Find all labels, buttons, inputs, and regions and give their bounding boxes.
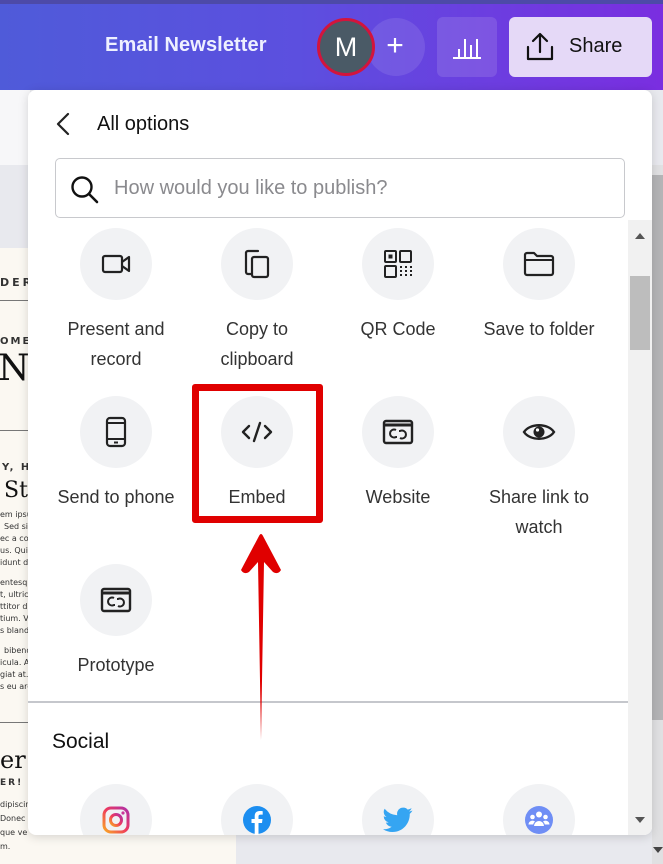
option-icon-circle: [362, 396, 434, 468]
scroll-down-arrow-icon[interactable]: [635, 817, 645, 823]
option-prototype[interactable]: Prototype: [51, 564, 181, 680]
doc-text: giat at.: [0, 670, 29, 679]
option-icon-circle: [362, 784, 434, 835]
doc-text: t, ultric: [0, 590, 29, 599]
phone-icon: [105, 416, 127, 448]
share-label: Share: [569, 35, 623, 57]
top-bar: Email Newsletter + M Share: [0, 0, 663, 90]
option-send-to-phone[interactable]: Send to phone: [51, 396, 181, 512]
option-label: Prototype: [77, 655, 155, 675]
page-scrollbar[interactable]: [652, 165, 663, 864]
option-icon-circle: [221, 784, 293, 835]
user-avatar[interactable]: M: [317, 18, 375, 76]
option-icon-circle: [503, 228, 575, 300]
scroll-down-arrow-icon[interactable]: [653, 847, 663, 853]
top-bar-edge: [0, 0, 663, 4]
add-collaborator-button[interactable]: +: [367, 18, 425, 76]
panel-title: All options: [97, 113, 190, 135]
scroll-up-arrow-icon[interactable]: [635, 233, 645, 239]
doc-text: icula. A: [0, 658, 30, 667]
doc-text: ec a co: [0, 534, 29, 543]
option-label: Copy to clipboard: [220, 319, 294, 369]
option-icon-circle: [503, 784, 575, 835]
option-save-to-folder[interactable]: Save to folder: [474, 228, 604, 344]
doc-text: m.: [0, 842, 11, 851]
eye-icon: [522, 424, 556, 440]
panel-scrollbar[interactable]: [628, 220, 652, 835]
doc-text: ER!: [0, 778, 24, 788]
option-icon-circle: [362, 228, 434, 300]
doc-divider: [0, 430, 30, 431]
option-present-and-record[interactable]: Present and record: [51, 228, 181, 374]
group-icon: [525, 806, 553, 834]
option-icon-circle: [80, 564, 152, 636]
embed-highlight-annotation: [192, 384, 323, 523]
social-group[interactable]: [474, 784, 604, 835]
doc-text: s eu arc: [0, 682, 32, 691]
social-instagram[interactable]: [51, 784, 181, 835]
option-share-link-to-watch[interactable]: Share link to watch: [474, 396, 604, 542]
option-website[interactable]: Website: [333, 396, 463, 512]
share-button[interactable]: Share: [509, 17, 652, 77]
doc-text: ttitor di: [0, 602, 30, 611]
doc-text: que ve: [0, 828, 28, 837]
plus-icon: +: [386, 29, 404, 62]
facebook-icon: [243, 806, 271, 835]
option-icon-circle: [503, 396, 575, 468]
option-copy-to-clipboard[interactable]: Copy to clipboard: [192, 228, 322, 374]
publish-options-panel: All options Present andrecord Copy tocli…: [28, 90, 652, 835]
option-icon-circle: [80, 228, 152, 300]
doc-text: entesq: [0, 578, 28, 587]
page-scrollbar-thumb[interactable]: [652, 175, 663, 720]
option-label: Share link to watch: [488, 487, 590, 537]
instagram-icon: [102, 806, 130, 834]
website-link-icon: [382, 419, 414, 445]
section-divider: [28, 701, 628, 703]
twitter-icon: [383, 807, 413, 832]
option-icon-circle: [80, 396, 152, 468]
bar-chart-icon: [453, 39, 481, 59]
option-label: Save to folder: [483, 319, 595, 339]
option-qr-code[interactable]: QR Code: [333, 228, 463, 344]
search-icon: [71, 176, 99, 204]
copy-icon: [244, 249, 270, 279]
social-facebook[interactable]: [192, 784, 322, 835]
upload-icon: [526, 32, 554, 61]
option-label: Website: [365, 487, 431, 507]
social-twitter[interactable]: [333, 784, 463, 835]
doc-divider: [0, 722, 30, 723]
insights-button[interactable]: [437, 17, 497, 77]
prototype-link-icon: [100, 587, 132, 613]
doc-divider: [0, 300, 30, 301]
panel-scrollbar-thumb[interactable]: [630, 276, 650, 350]
social-section-title: Social: [52, 730, 110, 753]
document-title[interactable]: Email Newsletter: [105, 34, 267, 57]
doc-text: idunt d: [0, 558, 29, 567]
doc-text: Donec: [0, 814, 26, 823]
doc-text: s bland: [0, 626, 30, 635]
publish-search-input[interactable]: [114, 171, 604, 205]
chevron-left-icon[interactable]: [54, 112, 74, 136]
option-label: Send to phone: [57, 487, 175, 507]
doc-text: tium. Vi: [0, 614, 31, 623]
canvas-toolbar-strip: [0, 90, 30, 165]
option-label: QR Code: [360, 319, 436, 339]
doc-text: dipiscin: [0, 800, 31, 809]
option-icon-circle: [221, 228, 293, 300]
qr-code-icon: [384, 250, 412, 278]
option-icon-circle: [80, 784, 152, 835]
video-camera-icon: [101, 254, 131, 274]
folder-icon: [523, 251, 555, 277]
publish-search-field[interactable]: [55, 158, 625, 218]
option-label: Present and record: [67, 319, 165, 369]
